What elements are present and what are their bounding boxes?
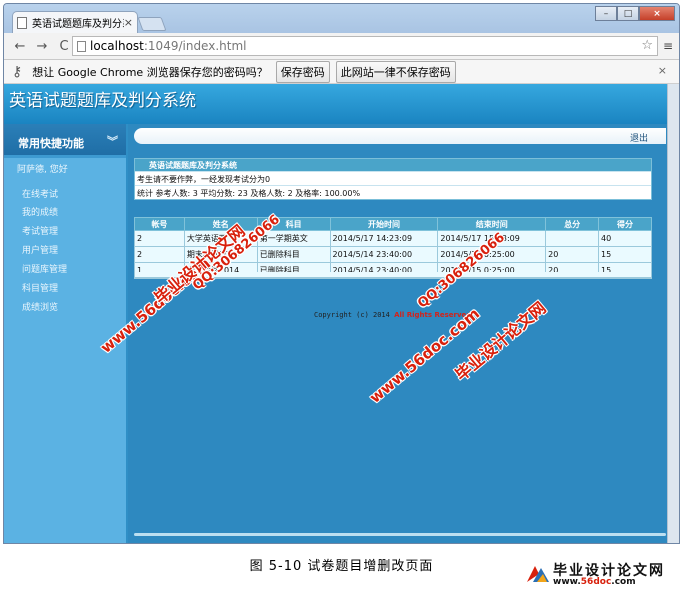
back-icon[interactable]: ← [12, 39, 28, 54]
browser-toolbar: ← → C localhost:1049/index.html ☆ ≡ [4, 33, 679, 60]
sidebar-item-user-management[interactable]: 用户管理 [22, 243, 58, 256]
minimize-button[interactable]: – [595, 6, 617, 21]
logout-link[interactable]: 退出 [630, 131, 648, 144]
cell-total: 20 [545, 246, 600, 263]
reload-icon[interactable]: C [56, 39, 72, 54]
sidebar-item-subject-management[interactable]: 科目管理 [22, 281, 58, 294]
infobar-message: 想让 Google Chrome 浏览器保存您的密码吗？ [32, 65, 268, 79]
page-scrollbar[interactable] [667, 84, 679, 543]
user-greeting: 阿萨德, 您好 [17, 165, 68, 175]
save-password-button[interactable]: 保存密码 [275, 60, 330, 83]
password-infobar: ⚷ 想让 Google Chrome 浏览器保存您的密码吗？ 保存密码 此网站一… [4, 60, 679, 84]
cell-total [545, 230, 600, 247]
app-banner: 英语试题题库及判分系统 [4, 84, 679, 124]
logo-mark-icon [527, 566, 549, 582]
address-bar[interactable]: localhost:1049/index.html ☆ [72, 36, 658, 56]
sidebar-item-question-bank[interactable]: 问题库管理 [22, 262, 67, 275]
new-tab-button[interactable] [137, 17, 167, 31]
exam-notice: 考生请不要作弊，一经发现考试分为0 [135, 171, 651, 185]
url-host: localhost [90, 39, 144, 53]
tab-close-icon[interactable]: × [124, 16, 133, 29]
column-header-start-time: 开始时间 [329, 217, 439, 231]
column-header-end-time: 结束时间 [437, 217, 547, 231]
main-content: 退出 英语试题题库及判分系统 考生请不要作弊，一经发现考试分为0 统计 参考人数… [128, 124, 669, 543]
copyright-label: Copyright (c) 2014 [314, 311, 395, 319]
copyright-text: Copyright (c) 2014 All Rights Reserved [314, 311, 471, 319]
logo-url-prefix: www. [553, 577, 581, 587]
browser-tab[interactable]: 英语试题题库及判分系统 × [12, 11, 138, 33]
cell-score: 15 [598, 246, 652, 263]
sidebar-item-score-browse[interactable]: 成绩浏览 [22, 300, 58, 313]
tab-title: 英语试题题库及判分系统 [32, 19, 124, 30]
column-header-account: 帐号 [134, 217, 185, 231]
cell-start-time: 2014/5/17 14:23:09 [329, 230, 439, 247]
logo-url-suffix: .com [611, 577, 636, 587]
cell-subject: 已删除科目 [256, 246, 331, 263]
web-page: 英语试题题库及判分系统 常用快捷功能 ︾ 阿萨德, 您好 在线考试 我的成绩 考… [4, 84, 679, 543]
forward-icon[interactable]: → [34, 39, 50, 54]
infobar-close-icon[interactable]: × [658, 64, 667, 77]
url-path: :1049/index.html [143, 39, 247, 53]
tab-strip: 英语试题题库及判分系统 × – □ × [4, 4, 679, 33]
column-header-total: 总分 [545, 217, 600, 231]
table-header-row: 帐号 姓名 科目 开始时间 结束时间 总分 得分 [134, 217, 652, 231]
sidebar-item-my-scores[interactable]: 我的成绩 [22, 205, 58, 218]
menu-icon[interactable]: ≡ [663, 39, 673, 53]
maximize-button[interactable]: □ [617, 6, 639, 21]
window-controls: – □ × [595, 6, 675, 21]
cell-start-time: 2014/5/14 23:40:00 [329, 246, 439, 263]
column-header-score: 得分 [598, 217, 652, 231]
page-icon [77, 40, 86, 52]
sidebar-item-exam-management[interactable]: 考试管理 [22, 224, 58, 237]
content-bottom-bar [134, 533, 666, 536]
quick-menu-title: 常用快捷功能 [18, 137, 84, 150]
exam-statistics: 统计 参考人数: 3 平均分数: 23 及格人数: 2 及格率: 100.00% [135, 185, 651, 199]
key-icon: ⚷ [12, 63, 23, 80]
window-close-button[interactable]: × [639, 6, 675, 21]
sidebar-item-online-exam[interactable]: 在线考试 [22, 187, 58, 200]
content-top-bar: 退出 [134, 128, 666, 144]
quick-menu-header[interactable]: 常用快捷功能 ︾ [4, 124, 126, 155]
chevron-down-icon[interactable]: ︾ [107, 133, 118, 149]
info-box-heading: 英语试题题库及判分系统 [135, 159, 651, 171]
exam-info-box: 英语试题题库及判分系统 考生请不要作弊，一经发现考试分为0 统计 参考人数: 3… [134, 158, 652, 200]
page-icon [17, 16, 27, 29]
site-logo: 毕业设计论文网 www.56doc.com [525, 558, 680, 588]
browser-window: 英语试题题库及判分系统 × – □ × ← → C localhost:1049… [3, 3, 680, 544]
bookmark-star-icon[interactable]: ☆ [641, 38, 653, 53]
app-title: 英语试题题库及判分系统 [9, 91, 196, 111]
logo-url-main: 56doc [580, 577, 612, 587]
cell-account: 2 [134, 246, 185, 263]
never-save-button[interactable]: 此网站一律不保存密码 [335, 60, 456, 83]
cell-score: 40 [598, 230, 652, 247]
cell-account: 2 [134, 230, 185, 247]
logo-url: www.56doc.com [553, 577, 636, 587]
